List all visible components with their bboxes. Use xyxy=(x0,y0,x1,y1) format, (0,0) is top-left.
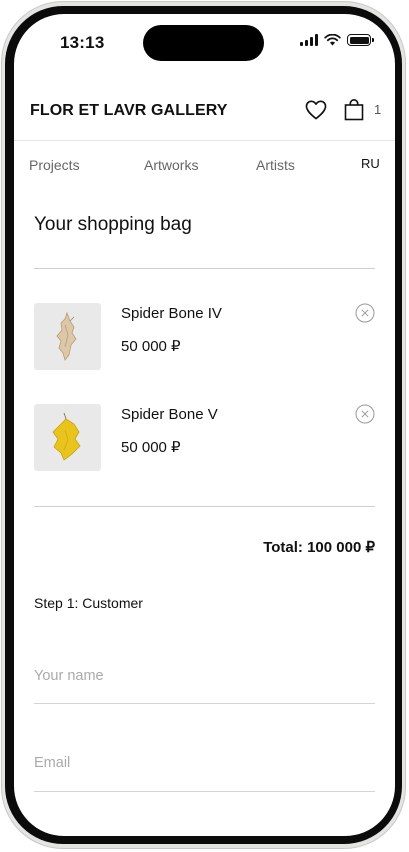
cart-item-thumbnail[interactable] xyxy=(34,303,101,370)
nav-projects[interactable]: Projects xyxy=(29,157,80,173)
heart-icon[interactable] xyxy=(305,100,327,120)
cart-item-title[interactable]: Spider Bone IV xyxy=(121,305,222,322)
cart-item-title[interactable]: Spider Bone V xyxy=(121,406,218,423)
name-input[interactable]: Your name xyxy=(34,668,375,684)
artwork-image xyxy=(56,311,77,361)
nav-artists[interactable]: Artists xyxy=(256,157,295,173)
status-time: 13:13 xyxy=(60,33,105,52)
cellular-signal-icon xyxy=(300,34,318,46)
remove-item-icon[interactable] xyxy=(355,303,375,323)
cart-total: Total: 100 000 ₽ xyxy=(263,539,375,556)
cart-bottom-divider xyxy=(34,506,375,507)
nav-artworks[interactable]: Artworks xyxy=(144,157,198,173)
dynamic-island xyxy=(143,25,264,61)
cart-item-thumbnail[interactable] xyxy=(34,404,101,471)
email-input-underline xyxy=(34,791,375,792)
shopping-bag-icon[interactable] xyxy=(344,99,364,121)
artwork-image xyxy=(52,412,81,461)
cart-item-price: 50 000 ₽ xyxy=(121,338,181,355)
cart-item-price: 50 000 ₽ xyxy=(121,439,181,456)
brand-logo[interactable]: FLOR ET LAVR GALLERY xyxy=(30,102,228,120)
email-input[interactable]: Email xyxy=(34,755,375,771)
remove-item-icon[interactable] xyxy=(355,404,375,424)
status-icons xyxy=(300,34,374,46)
battery-icon xyxy=(347,34,374,46)
wifi-icon xyxy=(324,34,341,46)
header-divider xyxy=(14,140,395,141)
bag-count-badge: 1 xyxy=(374,102,382,117)
screen: 13:13 FLOR ET LAVR GALLERY 1 Projects Ar… xyxy=(14,14,395,836)
cart-top-divider xyxy=(34,268,375,269)
language-switch[interactable]: RU xyxy=(361,156,380,171)
checkout-step-label: Step 1: Customer xyxy=(34,595,143,611)
phone-mockup: 13:13 FLOR ET LAVR GALLERY 1 Projects Ar… xyxy=(0,0,409,852)
page-title: Your shopping bag xyxy=(34,214,192,235)
name-input-underline xyxy=(34,703,375,704)
